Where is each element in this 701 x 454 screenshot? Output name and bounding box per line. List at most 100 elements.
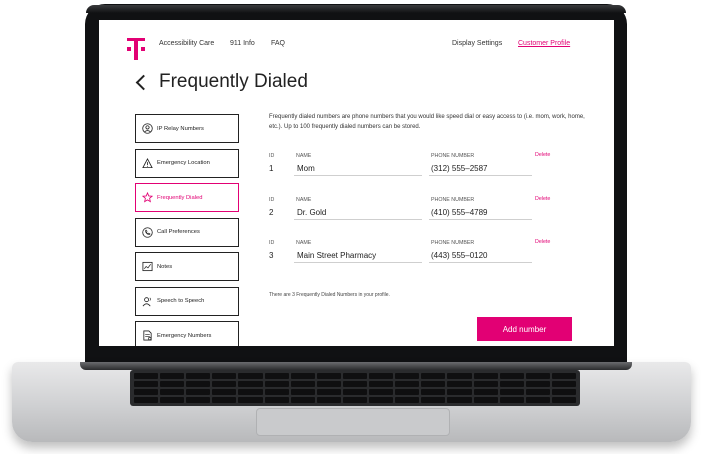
delete-link[interactable]: Delete bbox=[535, 239, 550, 245]
add-number-button[interactable]: Add number bbox=[477, 317, 572, 341]
sidebar-item-ip-relay-numbers[interactable]: IP Relay Numbers bbox=[135, 114, 239, 143]
person-circle-icon bbox=[142, 123, 153, 134]
keyboard-key bbox=[238, 381, 263, 387]
delete-link[interactable]: Delete bbox=[535, 152, 550, 158]
keyboard-key bbox=[134, 381, 159, 387]
keyboard-key bbox=[134, 373, 159, 379]
keyboard-key bbox=[421, 397, 446, 403]
screen: Accessibility Care 911 Info FAQ Display … bbox=[99, 20, 614, 346]
keyboard bbox=[130, 370, 580, 406]
keyboard-key bbox=[369, 381, 394, 387]
keyboard-key bbox=[186, 373, 211, 379]
name-header: NAME bbox=[296, 240, 312, 246]
keyboard-key bbox=[421, 381, 446, 387]
phone-header: PHONE NUMBER bbox=[431, 196, 475, 203]
keyboard-key bbox=[395, 381, 420, 387]
name-value: Dr. Gold bbox=[297, 207, 327, 217]
keyboard-key bbox=[238, 373, 263, 379]
keyboard-key bbox=[290, 373, 315, 379]
keyboard-key bbox=[342, 397, 368, 403]
keyboard-key bbox=[264, 373, 289, 379]
keyboard-key bbox=[186, 397, 211, 403]
keyboard-key bbox=[369, 397, 394, 403]
main-content: Frequently dialed numbers are phone numb… bbox=[269, 112, 589, 341]
keyboard-key bbox=[499, 381, 524, 387]
sidebar-item-emergency-numbers[interactable]: Emergency Numbers bbox=[135, 321, 239, 346]
keyboard-key bbox=[447, 381, 472, 387]
keyboard-key bbox=[212, 381, 237, 387]
sidebar-item-label: Emergency Location bbox=[157, 160, 210, 166]
keyboard-key bbox=[160, 389, 185, 395]
sidebar-item-emergency-location[interactable]: Emergency Location bbox=[135, 148, 239, 178]
phone-value: (410) 555–4789 bbox=[431, 207, 488, 217]
keyboard-key bbox=[342, 389, 368, 395]
keyboard-key bbox=[369, 389, 394, 395]
keyboard-key bbox=[186, 389, 211, 395]
keyboard-key bbox=[395, 389, 420, 395]
chart-icon bbox=[142, 261, 153, 272]
keyboard-key bbox=[160, 397, 185, 403]
nav-link-display-settings[interactable]: Display Settings bbox=[452, 40, 502, 47]
keyboard-key bbox=[316, 373, 341, 379]
trackpad bbox=[256, 408, 450, 436]
sidebar-item-label: Notes bbox=[157, 263, 173, 270]
keyboard-key bbox=[264, 397, 289, 403]
name-header: NAME bbox=[296, 153, 312, 159]
keyboard-key bbox=[160, 381, 185, 387]
phone-value: (443) 555–0120 bbox=[431, 251, 488, 260]
nav-link-911-info[interactable]: 911 Info bbox=[230, 40, 255, 47]
keyboard-key bbox=[525, 381, 550, 387]
keyboard-key bbox=[447, 389, 472, 395]
phone-header: PHONE NUMBER bbox=[431, 153, 475, 159]
keyboard-key bbox=[473, 373, 498, 379]
t-logo-icon[interactable] bbox=[127, 38, 145, 60]
list-item: ID NAME PHONE NUMBER Delete 2 Dr. Gold (… bbox=[269, 196, 589, 241]
keyboard-key bbox=[238, 397, 263, 403]
delete-link[interactable]: Delete bbox=[535, 196, 550, 202]
count-text: There are 3 Frequently Dialed Numbers in… bbox=[269, 292, 390, 298]
keyboard-key bbox=[160, 373, 185, 379]
warning-triangle-icon bbox=[142, 157, 153, 168]
keyboard-key bbox=[551, 389, 576, 395]
sidebar-item-speech-to-speech[interactable]: Speech to Speech bbox=[135, 286, 239, 316]
keyboard-key bbox=[212, 389, 237, 395]
list-item: ID NAME PHONE NUMBER Delete 1 Mom (312) … bbox=[269, 152, 589, 197]
keyboard-key bbox=[290, 397, 315, 403]
keyboard-key bbox=[264, 389, 289, 395]
name-value: Mom bbox=[297, 164, 315, 173]
nav-link-customer-profile[interactable]: Customer Profile bbox=[518, 40, 570, 47]
document-icon bbox=[143, 330, 152, 341]
keyboard-key bbox=[212, 397, 237, 403]
nav-link-faq[interactable]: FAQ bbox=[271, 40, 285, 47]
sidebar-item-frequently-dialed[interactable]: Frequently Dialed bbox=[135, 183, 239, 212]
page-title: Frequently Dialed bbox=[159, 71, 308, 92]
bezel-shine bbox=[86, 5, 626, 13]
sidebar-item-label: Speech to Speech bbox=[157, 298, 205, 304]
star-icon bbox=[142, 192, 153, 203]
sidebar-item-label: IP Relay Numbers bbox=[157, 125, 204, 132]
id-header: ID bbox=[269, 196, 275, 203]
nav-link-accessibility-care[interactable]: Accessibility Care bbox=[159, 40, 214, 47]
back-navigation[interactable]: Frequently Dialed bbox=[135, 70, 308, 94]
list-item: ID NAME PHONE NUMBER Delete 3 Main Stree… bbox=[269, 239, 589, 284]
keyboard-key bbox=[186, 381, 211, 387]
phone-value: (312) 555–2587 bbox=[431, 164, 488, 173]
name-header: NAME bbox=[296, 196, 312, 203]
keyboard-key bbox=[499, 397, 524, 403]
keyboard-key bbox=[525, 373, 550, 379]
dialed-numbers-list: ID NAME PHONE NUMBER Delete 1 Mom (312) … bbox=[269, 152, 589, 284]
sidebar-item-notes[interactable]: Notes bbox=[135, 252, 239, 281]
keyboard-key bbox=[316, 397, 341, 403]
keyboard-key bbox=[316, 389, 341, 395]
keyboard-key bbox=[551, 373, 576, 379]
chevron-left-icon[interactable] bbox=[135, 74, 152, 90]
phone-icon bbox=[142, 226, 153, 238]
keyboard-key bbox=[551, 381, 576, 387]
keyboard-key bbox=[525, 397, 550, 403]
keyboard-key bbox=[369, 373, 394, 379]
sidebar-item-call-preferences[interactable]: Call Preferences bbox=[135, 217, 239, 247]
row-id: 3 bbox=[269, 251, 274, 260]
keyboard-key bbox=[473, 397, 498, 403]
keyboard-key bbox=[238, 389, 263, 395]
keyboard-key bbox=[421, 389, 446, 395]
